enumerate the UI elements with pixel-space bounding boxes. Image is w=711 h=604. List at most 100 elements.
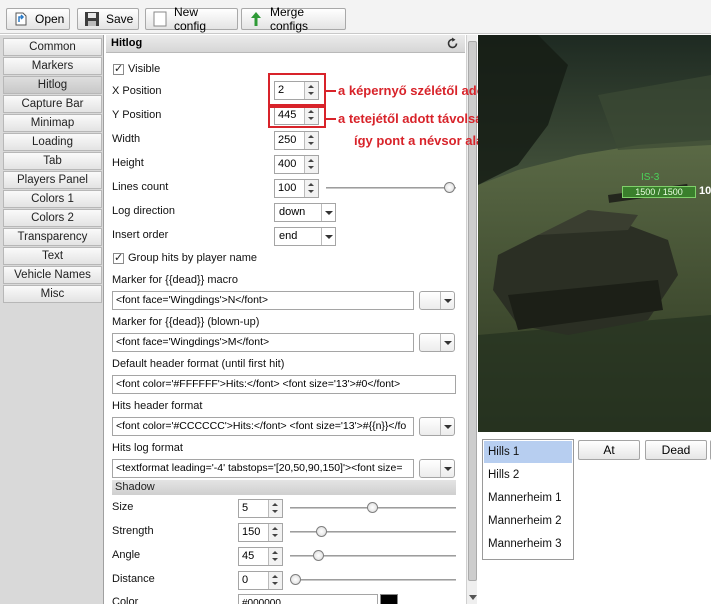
merge-arrow-icon xyxy=(248,11,264,27)
save-button[interactable]: Save xyxy=(77,8,139,30)
lines-count-label: Lines count xyxy=(112,181,169,193)
distance-label: Distance xyxy=(112,573,155,585)
angle-stepper[interactable]: 45 xyxy=(238,547,283,566)
chevron-down-icon xyxy=(321,204,335,221)
strength-value: 150 xyxy=(242,526,261,538)
angle-value: 45 xyxy=(242,550,255,562)
width-label: Width xyxy=(112,133,141,145)
visible-checkbox[interactable] xyxy=(113,62,124,75)
sidebar-item-colors-1[interactable]: Colors 1 xyxy=(3,190,102,208)
lines-count-value: 100 xyxy=(278,182,297,194)
y-position-label: Y Position xyxy=(112,109,162,121)
hits-log-dropdown[interactable] xyxy=(419,459,455,478)
color-label: Color xyxy=(112,596,139,604)
hits-header-label: Hits header format xyxy=(112,400,203,412)
lines-count-spin-arrows[interactable] xyxy=(304,180,318,197)
width-spin-arrows[interactable] xyxy=(304,132,318,149)
log-direction-select[interactable]: down xyxy=(274,203,336,222)
y-position-highlight-box xyxy=(268,106,326,128)
scroll-down-arrow-icon[interactable] xyxy=(469,595,477,600)
strength-stepper[interactable]: 150 xyxy=(238,523,283,542)
list-item[interactable]: Hills 1 xyxy=(484,441,572,463)
sidebar-item-tab[interactable]: Tab xyxy=(3,152,102,170)
list-item[interactable]: Mannerheim 1 xyxy=(484,487,572,509)
sidebar-item-vehicle-names[interactable]: Vehicle Names xyxy=(3,266,102,284)
sidebar-item-players-panel[interactable]: Players Panel xyxy=(3,171,102,189)
insert-order-select[interactable]: end xyxy=(274,227,336,246)
sidebar-item-transparency[interactable]: Transparency xyxy=(3,228,102,246)
distance-stepper[interactable]: 0 xyxy=(238,571,283,590)
at-button[interactable]: At xyxy=(578,440,640,460)
chevron-down-icon xyxy=(440,292,454,309)
merge-configs-button[interactable]: Merge configs xyxy=(241,5,346,33)
sidebar-item-loading[interactable]: Loading xyxy=(3,133,102,151)
marker-dead-dropdown[interactable] xyxy=(419,291,455,310)
group-hits-checkbox[interactable] xyxy=(113,251,124,264)
default-header-input[interactable]: <font color='#FFFFFF'>Hits:</font> <font… xyxy=(112,375,456,394)
list-item[interactable]: Mannerheim 2 xyxy=(484,510,572,532)
size-slider-thumb[interactable] xyxy=(367,502,378,513)
toolbar: Open Save New config Merge configs xyxy=(0,0,711,34)
color-swatch[interactable] xyxy=(380,594,398,604)
sidebar-item-markers[interactable]: Markers xyxy=(3,57,102,75)
sidebar-item-capture-bar[interactable]: Capture Bar xyxy=(3,95,102,113)
marker-blownup-dropdown[interactable] xyxy=(419,333,455,352)
log-direction-label: Log direction xyxy=(112,205,175,217)
log-direction-value: down xyxy=(279,206,306,218)
preview-player-list[interactable]: Hills 1 Hills 2 Mannerheim 1 Mannerheim … xyxy=(482,439,574,560)
height-value: 400 xyxy=(278,158,297,170)
hits-header-input[interactable]: <font color='#CCCCCC'>Hits:</font> <font… xyxy=(112,417,414,436)
size-stepper[interactable]: 5 xyxy=(238,499,283,518)
sidebar-item-common[interactable]: Common xyxy=(3,38,102,56)
strength-spin-arrows[interactable] xyxy=(268,524,282,541)
sidebar-item-colors-2[interactable]: Colors 2 xyxy=(3,209,102,227)
list-item[interactable]: Mannerheim 3 xyxy=(484,533,572,555)
size-slider[interactable] xyxy=(290,502,456,514)
new-document-icon xyxy=(152,11,168,27)
marker-blownup-label: Marker for {{dead}} (blown-up) xyxy=(112,316,260,328)
panel-title: Hitlog xyxy=(111,37,143,49)
refresh-icon[interactable] xyxy=(446,37,459,50)
angle-slider-thumb[interactable] xyxy=(313,550,324,561)
visible-label: Visible xyxy=(128,63,161,75)
hits-log-input[interactable]: <textformat leading='-4' tabstops='[20,5… xyxy=(112,459,414,478)
dead-button[interactable]: Dead xyxy=(645,440,707,460)
color-value-input[interactable]: #000000 xyxy=(238,594,378,604)
strength-slider[interactable] xyxy=(290,526,456,538)
angle-slider[interactable] xyxy=(290,550,456,562)
sidebar-item-hitlog[interactable]: Hitlog xyxy=(3,76,102,94)
distance-spin-arrows[interactable] xyxy=(268,572,282,589)
vehicle-name-label: IS-3 xyxy=(641,172,660,183)
hits-header-dropdown[interactable] xyxy=(419,417,455,436)
distance-slider-thumb[interactable] xyxy=(290,574,301,585)
new-config-label: New config xyxy=(174,5,207,33)
y-annotation-connector xyxy=(326,118,336,120)
open-label: Open xyxy=(35,12,65,26)
open-button[interactable]: Open xyxy=(6,8,70,30)
list-item[interactable]: Hills 2 xyxy=(484,464,572,486)
lines-count-slider[interactable] xyxy=(326,182,456,194)
shadow-section-header: Shadow xyxy=(112,480,456,495)
size-spin-arrows[interactable] xyxy=(268,500,282,517)
marker-blownup-input[interactable]: <font face='Wingdings'>M</font> xyxy=(112,333,414,352)
lines-count-stepper[interactable]: 100 xyxy=(274,179,319,198)
height-spin-arrows[interactable] xyxy=(304,156,318,173)
hits-log-label: Hits log format xyxy=(112,442,183,454)
width-stepper[interactable]: 250 xyxy=(274,131,319,150)
sidebar-item-minimap[interactable]: Minimap xyxy=(3,114,102,132)
sidebar-item-misc[interactable]: Misc xyxy=(3,285,102,303)
strength-slider-thumb[interactable] xyxy=(316,526,327,537)
new-config-button[interactable]: New config xyxy=(145,5,238,33)
distance-slider[interactable] xyxy=(290,574,456,586)
marker-dead-input[interactable]: <font face='Wingdings'>N</font> xyxy=(112,291,414,310)
vehicle-hp-extra: 10 xyxy=(699,185,711,197)
chevron-down-icon xyxy=(440,460,454,477)
x-annotation-connector xyxy=(326,90,336,92)
x-position-label: X Position xyxy=(112,85,162,97)
sidebar-item-text[interactable]: Text xyxy=(3,247,102,265)
height-stepper[interactable]: 400 xyxy=(274,155,319,174)
distance-value: 0 xyxy=(242,574,249,586)
lines-count-slider-thumb[interactable] xyxy=(444,182,455,193)
angle-spin-arrows[interactable] xyxy=(268,548,282,565)
save-label: Save xyxy=(106,12,134,26)
